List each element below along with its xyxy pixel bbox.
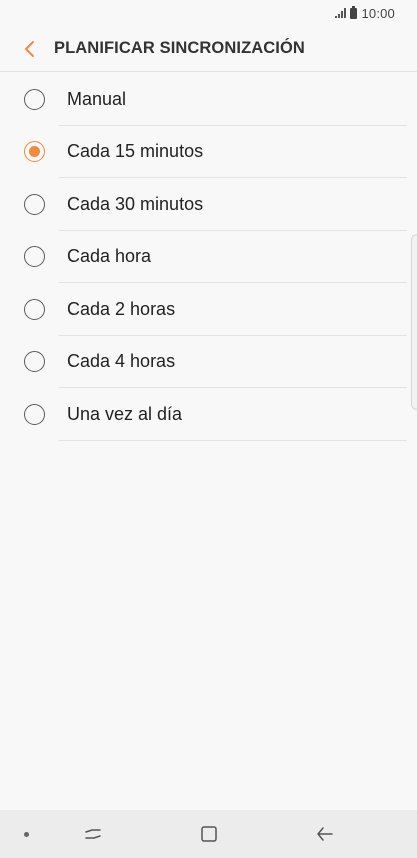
chevron-left-icon [25,40,34,57]
option-label: Cada 2 horas [67,298,176,319]
option-30-minutes[interactable]: Cada 30 minutos [0,178,417,231]
option-label: Cada 4 horas [67,351,176,372]
app-bar: PLANIFICAR SINCRONIZACIÓN [0,26,417,72]
option-2-hours[interactable]: Cada 2 horas [0,283,417,336]
radio-button-selected[interactable] [24,141,45,163]
option-15-minutes[interactable]: Cada 15 minutos [0,126,417,179]
back-button[interactable] [8,26,52,72]
status-time: 10:00 [361,5,395,21]
edge-panel-handle[interactable] [411,234,417,410]
nav-dot-icon[interactable] [24,832,29,837]
radio-button[interactable] [24,88,45,110]
option-label: Manual [67,88,127,109]
screen: 10:00 PLANIFICAR SINCRONIZACIÓN Manual C… [0,0,417,858]
radio-button[interactable] [24,298,45,320]
option-4-hours[interactable]: Cada 4 horas [0,336,417,389]
option-label: Cada 15 minutos [67,141,204,162]
option-manual[interactable]: Manual [0,73,417,126]
option-hourly[interactable]: Cada hora [0,231,417,284]
status-bar: 10:00 [0,0,417,26]
radio-button[interactable] [24,193,45,215]
back-arrow-icon[interactable] [314,823,336,845]
home-icon[interactable] [198,823,220,845]
radio-button[interactable] [24,351,45,373]
radio-button[interactable] [24,246,45,268]
battery-icon [350,5,358,19]
signal-icon [334,8,347,18]
recent-apps-icon[interactable] [82,823,104,845]
option-once-a-day[interactable]: Una vez al día [0,388,417,441]
navigation-bar [0,810,417,858]
option-label: Cada hora [67,246,152,267]
radio-button[interactable] [24,403,45,425]
option-label: Cada 30 minutos [67,193,204,214]
sync-schedule-list: Manual Cada 15 minutos Cada 30 minutos C… [0,73,417,441]
option-label: Una vez al día [67,403,183,424]
page-title: PLANIFICAR SINCRONIZACIÓN [54,39,305,57]
